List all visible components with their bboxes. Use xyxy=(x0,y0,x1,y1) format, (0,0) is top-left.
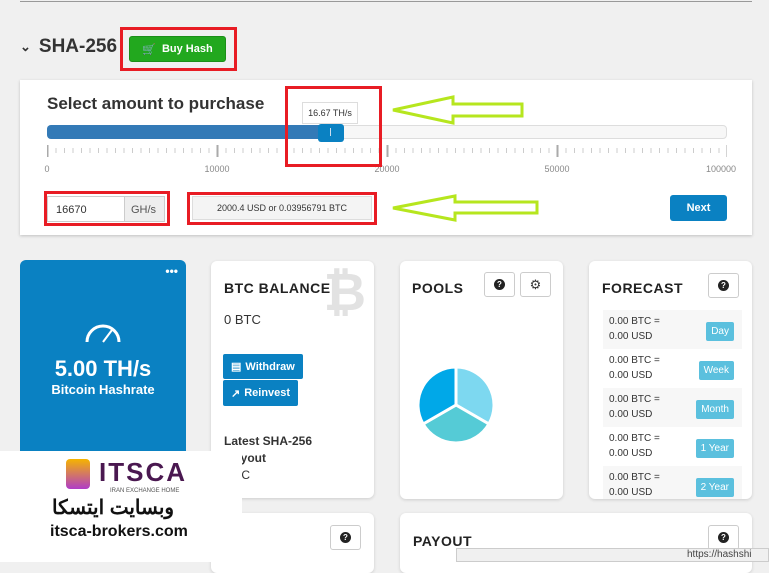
help-button[interactable]: ? xyxy=(484,272,515,297)
section-header[interactable]: ⌄ SHA-256 xyxy=(20,36,117,58)
forecast-title: FORECAST xyxy=(602,280,683,296)
scale-label: 0 xyxy=(44,164,50,174)
section-title: SHA-256 xyxy=(38,36,118,57)
payout-title: PAYOUT xyxy=(413,533,473,549)
scale-label: 50000 xyxy=(544,164,570,174)
help-button[interactable]: ? xyxy=(330,525,361,550)
period-badge: 1 Year xyxy=(695,439,734,458)
purchase-title: Select amount to purchase xyxy=(47,94,265,113)
site-text: itsca-brokers.com xyxy=(50,523,188,540)
annotation-box xyxy=(120,27,237,71)
forecast-row: 0.00 BTC = 0.00 USD 2 Year xyxy=(603,466,742,499)
balance-value: 0 BTC xyxy=(224,312,261,327)
question-icon: ? xyxy=(718,280,729,291)
hashrate-value: 5.00 TH/s xyxy=(54,356,152,381)
settings-button[interactable]: ⚙ xyxy=(520,272,551,297)
status-bar-url: https://hashshi xyxy=(456,548,769,562)
scale-label: 10000 xyxy=(204,164,230,174)
balance-title: BTC BALANCE xyxy=(224,280,331,296)
annotation-box xyxy=(187,192,377,225)
scale-label: 100000 xyxy=(705,164,737,174)
next-button[interactable]: Next xyxy=(670,195,727,221)
slider-ticks xyxy=(47,145,727,157)
annotation-box xyxy=(44,191,170,226)
persian-text: وبسایت ایتسکا xyxy=(52,497,175,519)
annotation-box xyxy=(285,86,382,167)
divider xyxy=(20,1,752,2)
pools-title: POOLS xyxy=(412,280,464,296)
itsca-logo-icon xyxy=(66,459,90,489)
watermark-logo: ITSCA IRAN EXCHANGE HOME وبسایت ایتسکا i… xyxy=(0,451,242,562)
question-icon: ? xyxy=(340,532,351,543)
withdraw-button[interactable]: ▤ Withdraw xyxy=(223,354,303,379)
gear-icon: ⚙ xyxy=(529,276,542,292)
help-button[interactable]: ? xyxy=(708,525,739,550)
period-badge: 2 Year xyxy=(695,478,734,497)
tagline: IRAN EXCHANGE HOME xyxy=(110,488,180,494)
help-button[interactable]: ? xyxy=(708,273,739,298)
forecast-row: 0.00 BTC = 0.00 USD Week xyxy=(603,349,742,388)
pools-card: POOLS ? ⚙ xyxy=(400,261,563,499)
question-icon: ? xyxy=(494,279,505,290)
forecast-card: FORECAST ? 0.00 BTC = 0.00 USD Day 0.00 BTC… xyxy=(589,261,752,499)
question-icon: ? xyxy=(718,532,729,543)
speedometer-icon xyxy=(85,324,121,343)
period-badge: Day xyxy=(706,322,734,341)
annotation-arrow xyxy=(392,194,539,222)
more-icon[interactable]: ••• xyxy=(165,265,178,277)
period-badge: Week xyxy=(698,361,734,380)
chevron-down-icon: ⌄ xyxy=(20,39,31,54)
reinvest-button[interactable]: ↗ Reinvest xyxy=(223,380,299,406)
annotation-arrow xyxy=(392,95,524,125)
forecast-row: 0.00 BTC = 0.00 USD Month xyxy=(603,388,742,427)
brand: ITSCA xyxy=(99,457,187,487)
forecast-row: 0.00 BTC = 0.00 USD Day xyxy=(603,310,742,349)
card-icon: ▤ xyxy=(231,361,242,373)
chart-line-icon: ↗ xyxy=(231,387,241,400)
forecast-row: 0.00 BTC = 0.00 USD 1 Year xyxy=(603,427,742,466)
payout-card: PAYOUT ? xyxy=(400,513,752,573)
pools-pie-chart xyxy=(416,365,496,445)
period-badge: Month xyxy=(696,400,734,419)
hashrate-label: Bitcoin Hashrate xyxy=(51,382,155,397)
